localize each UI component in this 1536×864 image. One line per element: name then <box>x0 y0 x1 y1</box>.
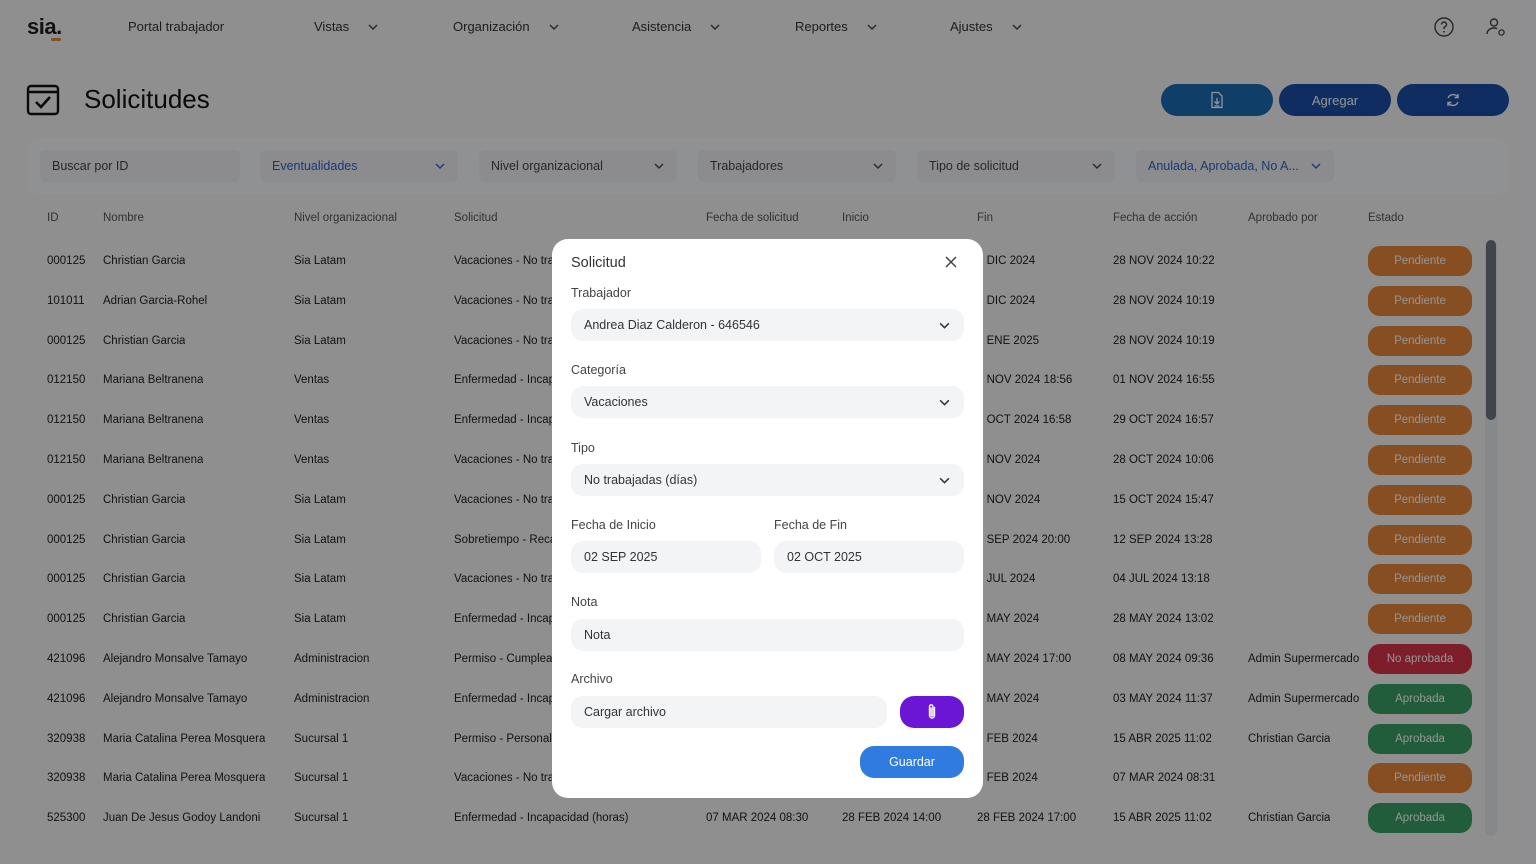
tipo-select[interactable]: No trabajadas (días) <box>571 464 964 496</box>
chevron-down-icon <box>939 322 950 329</box>
tipo-label: Tipo <box>571 441 595 455</box>
fecha-inicio-value: 02 SEP 2025 <box>584 550 658 564</box>
fecha-inicio-label: Fecha de Inicio <box>571 518 656 532</box>
paperclip-icon <box>928 704 936 719</box>
trabajador-value: Andrea Diaz Calderon - 646546 <box>584 318 760 332</box>
chevron-down-icon <box>939 399 950 406</box>
save-button[interactable]: Guardar <box>860 746 964 778</box>
fecha-inicio-field[interactable]: 02 SEP 2025 <box>571 541 761 573</box>
fecha-fin-value: 02 OCT 2025 <box>787 550 862 564</box>
nota-placeholder: Nota <box>584 628 611 642</box>
archivo-input[interactable]: Cargar archivo <box>571 696 887 728</box>
attach-file-button[interactable] <box>900 696 964 728</box>
nota-label: Nota <box>571 595 598 609</box>
fecha-fin-field[interactable]: 02 OCT 2025 <box>774 541 964 573</box>
chevron-down-icon <box>939 477 950 484</box>
archivo-label: Archivo <box>571 672 613 686</box>
solicitud-modal: Solicitud Trabajador Andrea Diaz Caldero… <box>552 239 983 798</box>
categoria-label: Categoría <box>571 363 626 377</box>
categoria-value: Vacaciones <box>584 395 648 409</box>
nota-input[interactable]: Nota <box>571 619 964 651</box>
close-icon[interactable] <box>942 253 960 271</box>
archivo-placeholder: Cargar archivo <box>584 705 666 719</box>
trabajador-label: Trabajador <box>571 286 631 300</box>
categoria-select[interactable]: Vacaciones <box>571 386 964 418</box>
fecha-fin-label: Fecha de Fin <box>774 518 847 532</box>
tipo-value: No trabajadas (días) <box>584 473 698 487</box>
trabajador-select[interactable]: Andrea Diaz Calderon - 646546 <box>571 309 964 341</box>
modal-title: Solicitud <box>571 255 626 271</box>
